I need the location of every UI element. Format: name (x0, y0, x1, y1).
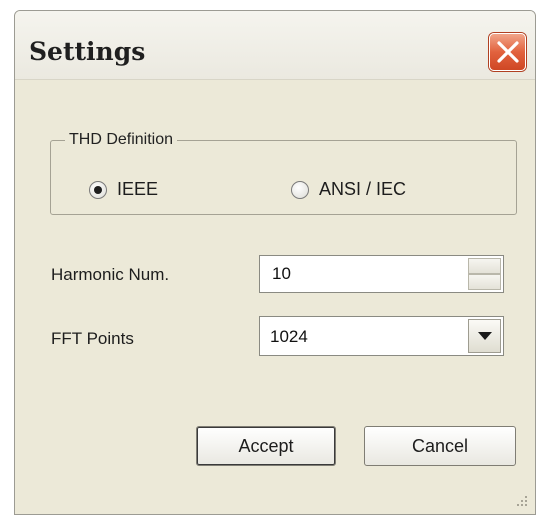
harmonic-num-label: Harmonic Num. (51, 265, 170, 284)
harmonic-num-input[interactable] (260, 256, 460, 292)
radio-ansi-iec-label: ANSI / IEC (319, 179, 407, 199)
dialog-title: Settings (29, 37, 146, 66)
spinner-up-button[interactable] (468, 258, 501, 274)
resize-grip-icon[interactable] (513, 492, 529, 508)
thd-definition-group: THD Definition IEEE ANSI / IEC (50, 131, 517, 215)
accept-button[interactable]: Accept (196, 426, 336, 466)
fft-points-label: FFT Points (51, 329, 134, 348)
cancel-button[interactable]: Cancel (364, 426, 516, 466)
radio-ieee-indicator[interactable] (89, 180, 107, 199)
thd-definition-legend: THD Definition (69, 131, 174, 148)
radio-ansi-iec[interactable]: ANSI / IEC (291, 179, 406, 200)
close-icon (497, 41, 519, 63)
fft-points-value: 1024 (270, 327, 308, 346)
radio-ieee-label: IEEE (117, 179, 159, 199)
title-bar[interactable]: Settings (15, 11, 535, 80)
spinner-down-button[interactable] (468, 274, 501, 290)
settings-dialog: Settings THD Definition IEEE ANSI / IEC … (14, 10, 536, 515)
close-button[interactable] (489, 33, 526, 71)
chevron-down-icon (478, 332, 492, 340)
radio-ansi-iec-indicator[interactable] (291, 180, 309, 199)
radio-ieee[interactable]: IEEE (89, 179, 158, 200)
fft-points-select[interactable]: 1024 (259, 316, 504, 356)
fft-points-dropdown-button[interactable] (468, 319, 501, 353)
spinner-arrows-icon[interactable] (468, 258, 501, 290)
harmonic-num-spinner[interactable] (259, 255, 504, 293)
